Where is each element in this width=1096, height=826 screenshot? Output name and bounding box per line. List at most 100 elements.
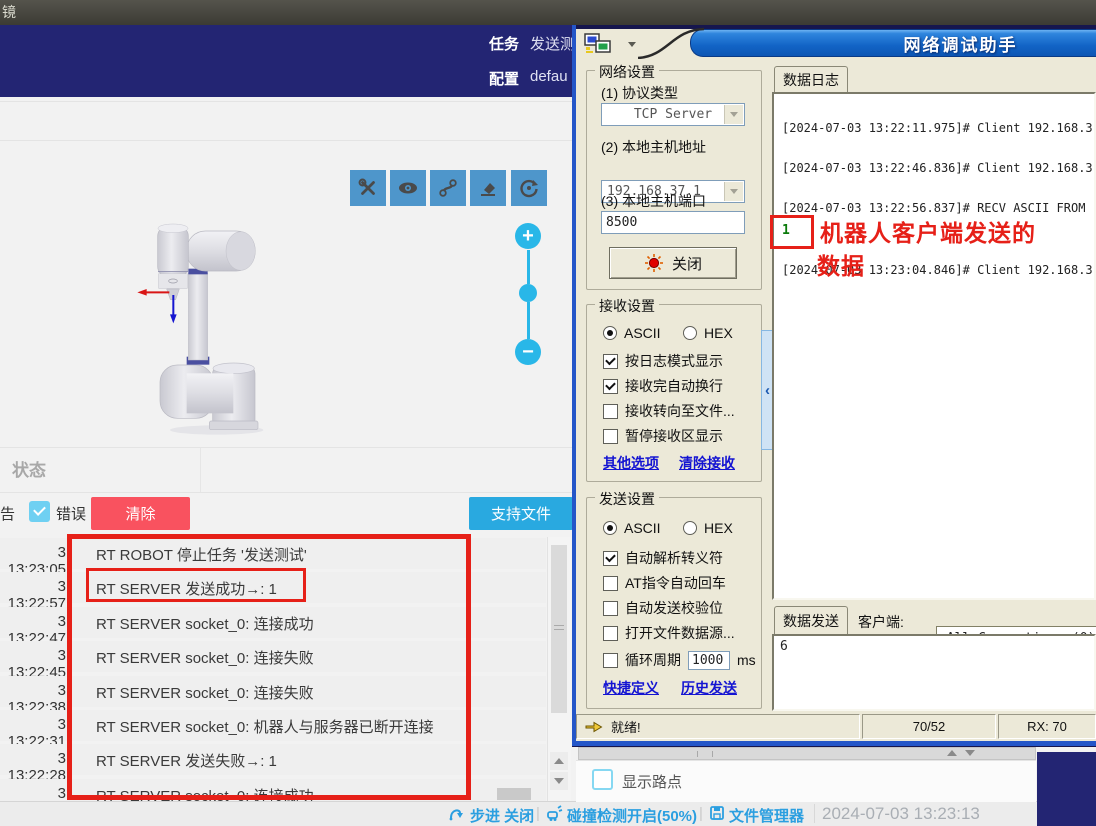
erase-button[interactable] bbox=[470, 170, 506, 206]
receive-settings-group: 接收设置 ASCII HEX 按日志模式显示接收完自动换行接收转向至文件...暂… bbox=[586, 304, 762, 482]
cycle-label: 循环周期 bbox=[625, 650, 681, 670]
recv-hex-label: HEX bbox=[704, 325, 733, 341]
clear-receive-link[interactable]: 清除接收 bbox=[679, 453, 735, 473]
quick-define-link[interactable]: 快捷定义 bbox=[603, 678, 659, 698]
zoom-out-button[interactable]: − bbox=[515, 339, 541, 365]
checkbox-icon bbox=[603, 601, 618, 616]
protocol-value: TCP Server bbox=[634, 107, 712, 122]
robot-3d-view[interactable] bbox=[120, 175, 320, 455]
send-data-input[interactable]: 6 bbox=[772, 634, 1096, 711]
checkbox-icon bbox=[603, 551, 618, 566]
config-label: 配置 bbox=[489, 68, 519, 89]
error-checkbox[interactable] bbox=[29, 501, 50, 522]
led-icon bbox=[644, 253, 664, 273]
annotation-box-log bbox=[67, 534, 471, 800]
network-icon[interactable] bbox=[584, 33, 614, 55]
view-button[interactable] bbox=[390, 170, 426, 206]
dropdown-arrow-icon[interactable] bbox=[724, 105, 743, 124]
dropdown-arrow-icon[interactable] bbox=[724, 182, 743, 201]
checkbox-icon bbox=[603, 354, 618, 369]
zoom-in-button[interactable]: + bbox=[515, 223, 541, 249]
step-icon bbox=[448, 805, 466, 821]
window-bottom-border bbox=[572, 741, 1096, 747]
zoom-slider-track[interactable] bbox=[527, 302, 530, 339]
log-line: [2024-07-03 13:22:11.975]# Client 192.16… bbox=[782, 121, 1093, 135]
window-titlebar[interactable]: 网络调试助手 bbox=[690, 29, 1096, 57]
warning-checkbox-label[interactable]: 告 bbox=[0, 503, 15, 524]
send-option[interactable]: 自动发送校验位 bbox=[603, 598, 723, 618]
titlebar-swoosh bbox=[638, 27, 704, 59]
recv-ascii-radio[interactable]: ASCII bbox=[603, 325, 661, 341]
table-scrollbar-thumb[interactable] bbox=[551, 545, 567, 713]
send-ascii-label: ASCII bbox=[624, 520, 661, 536]
file-manager-button[interactable]: 文件管理器 bbox=[729, 805, 804, 826]
step-mode-toggle[interactable]: 步进 关闭 bbox=[470, 805, 534, 826]
recv-option[interactable]: 暂停接收区显示 bbox=[603, 426, 723, 446]
support-file-button[interactable]: 支持文件 bbox=[469, 497, 573, 530]
send-option-label: 自动解析转义符 bbox=[625, 548, 723, 568]
group-title: 接收设置 bbox=[595, 296, 659, 316]
window-left-border bbox=[572, 25, 576, 746]
tab-status[interactable]: 状态 bbox=[12, 456, 46, 481]
history-send-link[interactable]: 历史发送 bbox=[681, 678, 737, 698]
radio-icon bbox=[683, 521, 697, 535]
checkbox-icon bbox=[603, 653, 618, 668]
checkbox-icon bbox=[603, 429, 618, 444]
screen: 镜 任务 发送测 配置 defau bbox=[0, 0, 1096, 826]
ready-text: 就绪! bbox=[611, 717, 641, 736]
host-port-label: (3) 本地主机端口 bbox=[601, 191, 706, 211]
other-options-link[interactable]: 其他选项 bbox=[603, 453, 659, 473]
send-option[interactable]: 打开文件数据源... bbox=[603, 623, 735, 643]
cycle-period-input[interactable]: 1000 bbox=[688, 651, 730, 670]
corner-panel bbox=[1037, 752, 1096, 826]
recv-ascii-label: ASCII bbox=[624, 325, 661, 341]
receive-log-box[interactable]: [2024-07-03 13:22:11.975]# Client 192.16… bbox=[772, 92, 1096, 600]
send-hex-radio[interactable]: HEX bbox=[683, 520, 733, 536]
group-title: 发送设置 bbox=[595, 489, 659, 509]
table-hscrollbar-thumb[interactable] bbox=[497, 788, 531, 800]
send-ascii-radio[interactable]: ASCII bbox=[603, 520, 661, 536]
show-waypoints-checkbox[interactable] bbox=[592, 769, 613, 790]
recv-option[interactable]: 按日志模式显示 bbox=[603, 351, 723, 371]
clear-log-button[interactable]: 清除 bbox=[91, 497, 190, 530]
tab-data-send[interactable]: 数据发送 bbox=[774, 606, 848, 634]
tools-button[interactable] bbox=[350, 170, 386, 206]
path-button[interactable] bbox=[430, 170, 466, 206]
collapse-down-icon[interactable] bbox=[965, 750, 975, 756]
divider bbox=[0, 492, 572, 493]
netassist-status-ready: 就绪! bbox=[576, 714, 860, 739]
host-port-input[interactable]: 8500 bbox=[601, 211, 745, 234]
tab-data-log[interactable]: 数据日志 bbox=[774, 66, 848, 93]
annotation-text-line1: 机器人客户端发送的 bbox=[820, 214, 1036, 248]
send-option-label: 自动发送校验位 bbox=[625, 598, 723, 618]
cycle-send-checkbox[interactable]: 循环周期 1000 ms bbox=[603, 650, 756, 670]
scroll-up-button[interactable] bbox=[550, 752, 568, 770]
close-server-button[interactable]: 关闭 bbox=[609, 247, 737, 279]
radio-icon bbox=[603, 521, 617, 535]
config-value[interactable]: defau bbox=[530, 68, 568, 85]
send-option[interactable]: 自动解析转义符 bbox=[603, 548, 723, 568]
zoom-slider-handle[interactable] bbox=[519, 284, 537, 302]
collapse-up-icon[interactable] bbox=[947, 750, 957, 756]
show-waypoints-label: 显示路点 bbox=[622, 771, 682, 792]
collision-detect-toggle[interactable]: 碰撞检测开启(50%) bbox=[567, 805, 697, 826]
divider bbox=[0, 140, 572, 141]
eraser-icon bbox=[476, 176, 500, 200]
menu-caret-icon[interactable] bbox=[628, 42, 636, 47]
recv-option[interactable]: 接收完自动换行 bbox=[603, 376, 723, 396]
reset-view-button[interactable] bbox=[511, 170, 547, 206]
collision-icon bbox=[545, 804, 563, 822]
network-settings-group: 网络设置 (1) 协议类型 TCP Server (2) 本地主机地址 192.… bbox=[586, 70, 762, 290]
send-option[interactable]: AT指令自动回车 bbox=[603, 573, 726, 593]
recv-hex-radio[interactable]: HEX bbox=[683, 325, 733, 341]
protocol-select[interactable]: TCP Server bbox=[601, 103, 745, 126]
checkbox-icon bbox=[603, 626, 618, 641]
os-title-text: 镜 bbox=[2, 4, 16, 20]
zoom-slider-track[interactable] bbox=[527, 250, 530, 284]
recv-option[interactable]: 接收转向至文件... bbox=[603, 401, 735, 421]
scroll-down-button[interactable] bbox=[550, 772, 568, 790]
divider: | bbox=[536, 805, 540, 822]
error-checkbox-label: 错误 bbox=[56, 503, 86, 524]
log-row-time: 3 13:22:12 bbox=[0, 785, 66, 801]
task-value[interactable]: 发送测 bbox=[530, 33, 575, 54]
